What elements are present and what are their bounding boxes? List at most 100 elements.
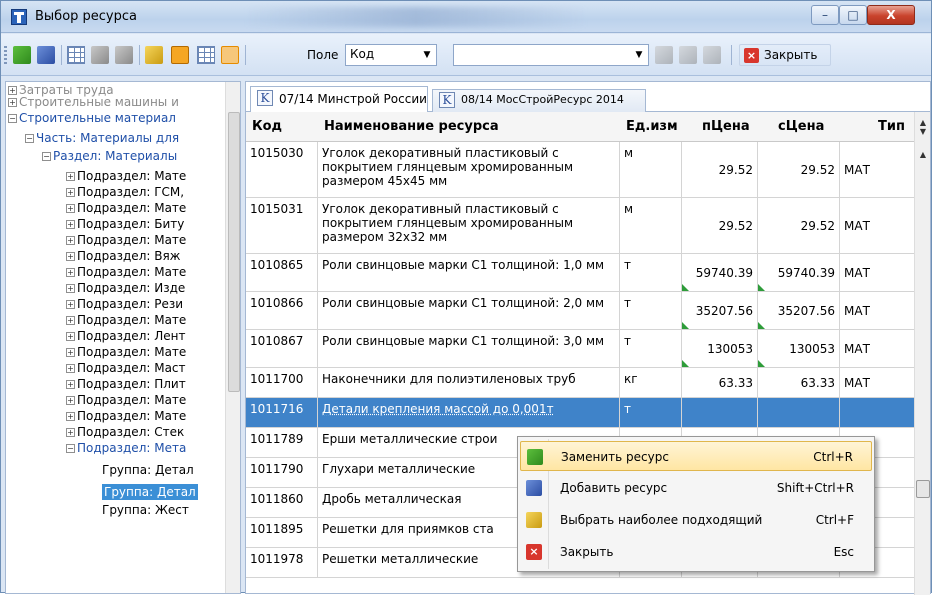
delete-icon[interactable] (115, 46, 133, 64)
collapse-icon[interactable]: − (42, 152, 51, 161)
context-menu-item[interactable]: Добавить ресурс Shift+Ctrl+R (520, 473, 872, 503)
context-menu-item[interactable]: Выбрать наиболее подходящий Ctrl+F (520, 505, 872, 535)
expand-icon[interactable]: + (66, 188, 75, 197)
note-marker-icon (682, 322, 689, 329)
column-header-name[interactable]: Наименование ресурса (318, 112, 620, 142)
filter-clear-icon[interactable] (171, 46, 189, 64)
category-tree[interactable]: + Затраты труда + Строительные машины и − Стр… (5, 81, 241, 594)
cell-code: 1011978 (246, 548, 318, 577)
column-header-code[interactable]: Код (246, 112, 318, 142)
collapse-icon[interactable]: − (25, 134, 34, 143)
column-header-pprice[interactable]: пЦена (682, 112, 758, 142)
tree-item[interactable]: + Подраздел: Маст (66, 360, 186, 376)
best-match-icon[interactable] (145, 46, 163, 64)
tree-item[interactable]: − Строительные материал (8, 110, 176, 126)
cell-sprice: 63.33 (758, 368, 840, 397)
table-row[interactable]: 1010865 Роли свинцовые марки С1 толщиной:… (246, 254, 916, 292)
table-row[interactable]: 1011700 Наконечники для полиэтиленовых тр… (246, 368, 916, 398)
tree-item[interactable]: + Подраздел: Стек (66, 424, 184, 440)
table-row[interactable]: 1010867 Роли свинцовые марки С1 толщиной:… (246, 330, 916, 368)
tree-item[interactable]: + Подраздел: Мате (66, 200, 186, 216)
tree-item[interactable]: + Подраздел: Мате (66, 312, 186, 328)
expand-icon[interactable]: + (66, 268, 75, 277)
expand-icon[interactable]: + (66, 428, 75, 437)
table-row[interactable]: 1010866 Роли свинцовые марки С1 толщиной:… (246, 292, 916, 330)
tree-item[interactable]: − Подраздел: Мета (66, 440, 186, 456)
find-prev-icon[interactable] (655, 46, 673, 64)
toolbar-close-button[interactable]: × Закрыть (739, 44, 831, 66)
expand-icon[interactable]: + (66, 204, 75, 213)
filter-apply-icon[interactable] (679, 46, 697, 64)
tree-item[interactable]: + Подраздел: ГСМ, (66, 184, 184, 200)
table-row[interactable]: 1015030 Уголок декоративный пластиковый с… (246, 142, 916, 198)
search-input[interactable]: ▼ (453, 44, 649, 66)
context-menu-item[interactable]: Заменить ресурс Ctrl+R (520, 441, 872, 471)
grid-scrollbar[interactable]: ▲ ▼ ▲ (914, 112, 930, 595)
expand-icon[interactable]: + (66, 220, 75, 229)
tree-item[interactable]: − Раздел: Материалы (42, 148, 177, 164)
collapse-icon[interactable]: − (8, 114, 17, 123)
expand-icon[interactable]: + (66, 236, 75, 245)
expand-icon[interactable]: + (66, 412, 75, 421)
tree-item[interactable]: + Подраздел: Мате (66, 392, 186, 408)
scroll-up-icon[interactable]: ▲ (915, 150, 930, 159)
filter-remove-icon[interactable] (703, 46, 721, 64)
tab-catalog-1[interactable]: K 07/14 Минстрой России (250, 86, 428, 112)
cell-code: 1011790 (246, 458, 318, 487)
expand-icon[interactable]: + (8, 98, 17, 107)
expand-icon[interactable]: + (66, 300, 75, 309)
maximize-button[interactable]: □ (839, 5, 867, 25)
cell-unit: т (620, 330, 682, 367)
tree-scrollbar[interactable] (225, 82, 241, 594)
tree-item[interactable]: + Подраздел: Биту (66, 216, 184, 232)
tree-scrollbar-thumb[interactable] (228, 112, 240, 392)
expand-icon[interactable]: + (66, 396, 75, 405)
add-resource-icon[interactable] (37, 46, 55, 64)
column-header-unit[interactable]: Ед.изм (620, 112, 682, 142)
cell-name: Уголок декоративный пластиковый с покрыт… (318, 142, 620, 197)
title-bar[interactable]: Выбор ресурса – □ X (1, 1, 931, 33)
column-header-type[interactable]: Тип (840, 112, 916, 142)
tree-item[interactable]: Группа: Жест (102, 502, 189, 518)
tree-item[interactable]: + Подраздел: Плит (66, 376, 186, 392)
tree-item[interactable]: + Строительные машины и (8, 94, 179, 110)
toolbar-grip[interactable] (4, 46, 7, 64)
tree-item[interactable]: + Подраздел: Мате (66, 232, 186, 248)
toolbar-separator (731, 45, 732, 65)
indent-icon[interactable] (91, 46, 109, 64)
expand-icon[interactable]: + (66, 316, 75, 325)
tab-catalog-2[interactable]: K 08/14 МосСтройРесурс 2014 (432, 89, 646, 112)
tree-item[interactable]: + Подраздел: Мате (66, 168, 186, 184)
tree-item[interactable]: − Часть: Материалы для (25, 130, 179, 146)
sort-arrows-icon[interactable]: ▲ ▼ (915, 118, 930, 136)
expand-icon[interactable]: + (66, 332, 75, 341)
tree-item[interactable]: + Подраздел: Рези (66, 296, 183, 312)
tree-item[interactable]: + Подраздел: Изде (66, 280, 185, 296)
table-row[interactable]: 1015031 Уголок декоративный пластиковый с… (246, 198, 916, 254)
expand-icon[interactable]: + (66, 380, 75, 389)
expand-icon[interactable]: + (66, 364, 75, 373)
expand-icon[interactable]: + (66, 252, 75, 261)
collapse-icon[interactable]: − (66, 444, 75, 453)
tree-item[interactable]: + Подраздел: Мате (66, 264, 186, 280)
column-header-sprice[interactable]: сЦена (758, 112, 840, 142)
tree-item[interactable]: Группа: Детал (102, 484, 198, 500)
grid-scrollbar-thumb[interactable] (916, 480, 930, 498)
expand-icon[interactable]: + (66, 284, 75, 293)
tree-item[interactable]: + Подраздел: Лент (66, 328, 185, 344)
replace-resource-icon[interactable] (13, 46, 31, 64)
table-view-icon[interactable] (197, 46, 215, 64)
context-menu-item[interactable]: × Закрыть Esc (520, 537, 872, 567)
tree-item[interactable]: Группа: Детал (102, 462, 194, 478)
tree-item[interactable]: + Подраздел: Мате (66, 344, 186, 360)
tree-item[interactable]: + Подраздел: Вяж (66, 248, 180, 264)
insert-row-icon[interactable] (67, 46, 85, 64)
expand-icon[interactable]: + (66, 348, 75, 357)
minimize-button[interactable]: – (811, 5, 839, 25)
window-close-button[interactable]: X (867, 5, 915, 25)
tree-item[interactable]: + Подраздел: Мате (66, 408, 186, 424)
expand-icon[interactable]: + (66, 172, 75, 181)
field-select[interactable]: Код ▼ (345, 44, 437, 66)
table-row[interactable]: 1011716 Детали крепления массой до 0,001т… (246, 398, 916, 428)
list-view-icon[interactable] (221, 46, 239, 64)
